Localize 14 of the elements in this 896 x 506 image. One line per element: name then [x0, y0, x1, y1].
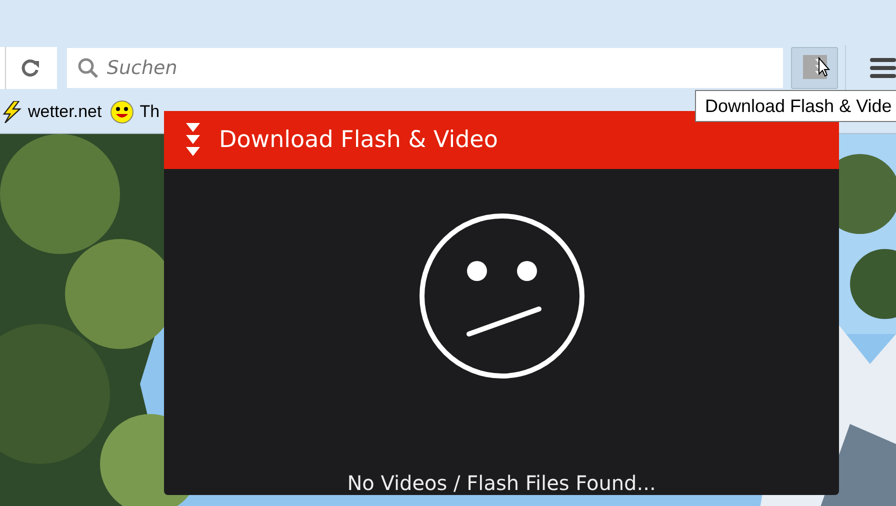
search-field[interactable]: Suchen	[66, 48, 783, 88]
bookmark-item[interactable]: wetter.net	[2, 101, 102, 123]
empty-message: No Videos / Flash Files Found...	[347, 471, 656, 495]
lightning-icon	[2, 101, 22, 123]
menu-icon	[870, 57, 896, 79]
tooltip: Download Flash & Vide	[695, 90, 896, 122]
smiley-icon	[110, 100, 134, 124]
reload-button[interactable]	[6, 47, 57, 89]
popup-title: Download Flash & Video	[219, 127, 498, 153]
reload-icon	[21, 58, 42, 78]
search-icon	[76, 57, 99, 79]
extension-button[interactable]	[790, 47, 838, 89]
confused-face-icon	[416, 211, 586, 381]
bookmark-item[interactable]: Th	[110, 100, 160, 124]
